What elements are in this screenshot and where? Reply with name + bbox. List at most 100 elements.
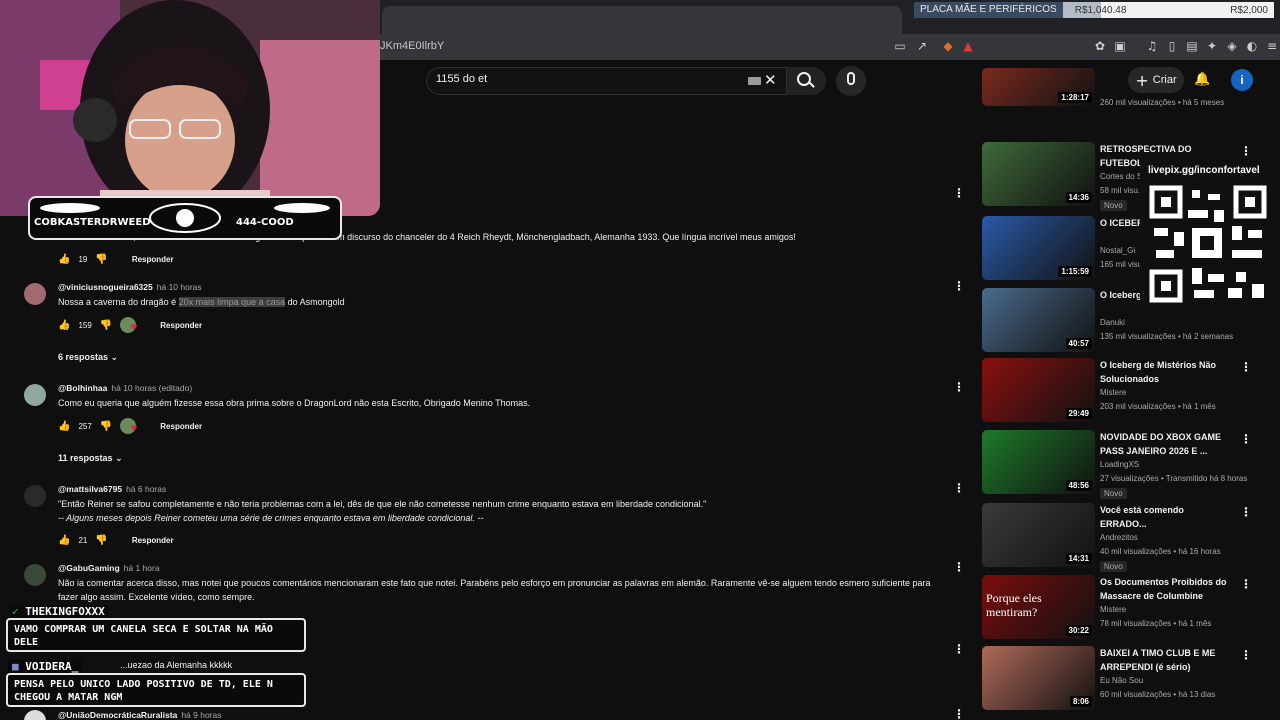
profile-icon[interactable]: ◐ — [1244, 38, 1260, 54]
reply-button[interactable]: Responder — [160, 422, 202, 431]
comment-time[interactable]: há 1 hora — [124, 563, 160, 573]
menu-icon[interactable]: ≡ — [1264, 38, 1280, 54]
video-thumbnail[interactable]: Porque eles mentiram? 30:22 — [982, 575, 1095, 639]
more-options-icon[interactable]: ⋮ — [953, 560, 965, 574]
dislike-icon[interactable]: 👎 — [100, 421, 112, 432]
avatar[interactable] — [24, 710, 46, 720]
notifications-icon[interactable]: 🔔 — [1194, 72, 1210, 88]
vpn-icon[interactable]: ◈ — [1224, 38, 1240, 54]
avatar[interactable] — [24, 485, 46, 507]
replies-label[interactable]: 6 respostas — [58, 352, 108, 362]
like-icon[interactable]: 👍 — [58, 535, 70, 546]
chat-user: VOIDERA_ — [25, 660, 79, 673]
avatar[interactable]: i — [1231, 69, 1253, 91]
brave-shield-icon[interactable]: ◆ — [940, 38, 956, 54]
share-icon[interactable]: ↗ — [914, 38, 930, 54]
more-options-icon[interactable]: ⋮ — [1240, 432, 1252, 446]
like-icon[interactable]: 👍 — [58, 421, 70, 432]
comment-time[interactable]: há 10 horas — [157, 282, 202, 292]
dislike-icon[interactable]: 👎 — [95, 535, 107, 546]
dislike-icon[interactable]: 👎 — [100, 320, 112, 331]
author-handle[interactable]: @UniãoDemocráticaRuralista — [58, 710, 177, 720]
reply-button[interactable]: Responder — [132, 255, 174, 264]
video-channel[interactable]: Danuki — [1100, 318, 1125, 327]
video-title[interactable]: NOVIDADE DO XBOX GAME PASS JANEIRO 2026 … — [1100, 430, 1232, 458]
url-text[interactable]: JKm4E0IlrbY — [380, 40, 444, 52]
video-title[interactable]: Você está comendo ERRADO... — [1100, 503, 1232, 531]
video-channel[interactable]: Mistere — [1100, 388, 1126, 397]
browser-tab[interactable] — [382, 6, 902, 34]
more-options-icon[interactable]: ⋮ — [1240, 577, 1252, 591]
rewards-icon[interactable]: ▲ — [960, 38, 976, 54]
video-title[interactable]: Os Documentos Proibidos do Massacre de C… — [1100, 575, 1232, 603]
video-thumbnail[interactable]: 14:36 — [982, 142, 1095, 206]
video-title[interactable]: BAIXEI A TIMO CLUB E ME ARREPENDI (é sér… — [1100, 646, 1232, 674]
more-options-icon[interactable]: ⋮ — [1240, 360, 1252, 374]
avatar[interactable] — [24, 283, 46, 305]
clear-icon[interactable]: ✕ — [764, 71, 777, 89]
avatar[interactable] — [24, 384, 46, 406]
more-options-icon[interactable]: ⋮ — [1240, 648, 1252, 662]
microphone-icon[interactable] — [847, 72, 855, 85]
author-handle[interactable]: @mattsilva6795 — [58, 484, 122, 494]
video-thumbnail[interactable]: 40:57 — [982, 288, 1095, 352]
replies-toggle[interactable]: 6 respostas ⌄ — [58, 352, 118, 363]
qr-url: livepix.gg/inconfortavel — [1148, 165, 1260, 176]
author-handle[interactable]: @GabuGaming — [58, 563, 120, 573]
keyboard-icon[interactable] — [748, 77, 761, 85]
cast-icon[interactable]: ▭ — [892, 38, 908, 54]
comment-text: Nossa a caverna do dragão é 20x mais lim… — [58, 297, 345, 307]
more-options-icon[interactable]: ⋮ — [1240, 505, 1252, 519]
video-channel[interactable]: Mistere — [1100, 605, 1126, 614]
extension-icon[interactable]: ✿ — [1092, 38, 1108, 54]
video-thumbnail[interactable]: 29:49 — [982, 358, 1095, 422]
comment-time[interactable]: há 6 horas — [126, 484, 166, 494]
like-icon[interactable]: 👍 — [58, 320, 70, 331]
reply-button[interactable]: Responder — [132, 536, 174, 545]
comment-author[interactable]: @viniciusnogueira6325 há 10 horas — [58, 282, 202, 292]
more-options-icon[interactable]: ⋮ — [953, 481, 965, 495]
video-channel[interactable]: Nostal_Gi — [1100, 246, 1135, 255]
comment-author[interactable]: @mattsilva6795 há 6 horas — [58, 484, 166, 494]
replies-toggle[interactable]: 11 respostas ⌄ — [58, 453, 123, 464]
author-handle[interactable]: @Bolhinhaa — [58, 383, 107, 393]
screenshot-icon[interactable]: ▣ — [1112, 38, 1128, 54]
comment-author[interactable]: @GabuGaming há 1 hora — [58, 563, 160, 573]
create-button[interactable]: + Criar — [1128, 67, 1184, 93]
video-title[interactable]: O Iceberg de Mistérios Não Solucionados — [1100, 358, 1232, 386]
more-options-icon[interactable]: ⋮ — [953, 186, 965, 200]
comment-author[interactable]: @Bolhinhaa há 10 horas (editado) — [58, 383, 192, 393]
video-thumbnail[interactable]: 8:06 — [982, 646, 1095, 710]
more-options-icon[interactable]: ⋮ — [953, 380, 965, 394]
reply-button[interactable]: Responder — [160, 321, 202, 330]
more-options-icon[interactable]: ⋮ — [953, 279, 965, 293]
search-value[interactable]: 1155 do et — [436, 73, 487, 85]
replies-label[interactable]: 11 respostas — [58, 453, 113, 463]
more-options-icon[interactable]: ⋮ — [1240, 144, 1252, 158]
comment-time[interactable]: há 10 horas (editado) — [111, 383, 192, 393]
more-options-icon[interactable]: ⋮ — [953, 707, 965, 720]
author-handle[interactable]: @viniciusnogueira6325 — [58, 282, 153, 292]
comment-time[interactable]: há 9 horas — [181, 710, 221, 720]
chevron-down-icon[interactable]: ⌄ — [111, 353, 119, 363]
search-icon[interactable] — [797, 72, 811, 86]
chat-badge-icon: ✓ — [12, 605, 19, 618]
video-thumbnail[interactable]: 1:28:17 — [982, 68, 1095, 106]
avatar[interactable] — [24, 564, 46, 586]
leo-icon[interactable]: ✦ — [1204, 38, 1220, 54]
sidebar-icon[interactable]: ▯ — [1164, 38, 1180, 54]
comment-author[interactable]: @UniãoDemocráticaRuralista há 9 horas — [58, 710, 221, 720]
like-icon[interactable]: 👍 — [58, 254, 70, 265]
dislike-icon[interactable]: 👎 — [95, 254, 107, 265]
music-icon[interactable]: ♫ — [1144, 38, 1160, 54]
streamer-webcam-image — [0, 0, 380, 216]
video-channel[interactable]: LoadingXS — [1100, 460, 1139, 469]
video-thumbnail[interactable]: 48:56 — [982, 430, 1095, 494]
video-channel[interactable]: Andrezitos — [1100, 533, 1138, 542]
video-thumbnail[interactable]: 14:31 — [982, 503, 1095, 567]
wallet-icon[interactable]: ▤ — [1184, 38, 1200, 54]
more-options-icon[interactable]: ⋮ — [953, 642, 965, 656]
chevron-down-icon[interactable]: ⌄ — [115, 454, 123, 464]
video-thumbnail[interactable]: 1:15:59 — [982, 216, 1095, 280]
video-channel[interactable]: Eu Não Sou — [1100, 676, 1143, 685]
